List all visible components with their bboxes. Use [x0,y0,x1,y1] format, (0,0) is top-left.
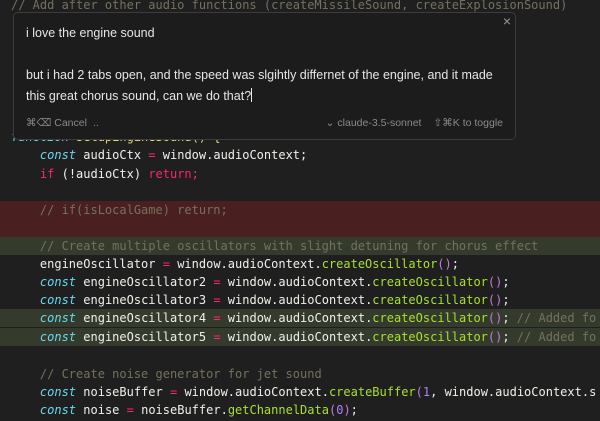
code-line: engineOscillator = window.audioContext.c… [0,255,600,273]
prompt-input[interactable]: i love the engine sound but i had 2 tabs… [26,23,496,107]
prompt-footer: ⌘⌫ Cancel .. ⌄ claude-3.5-sonnet ⇧⌘K to … [26,117,503,129]
added-line: const engineOscillator5 = window.audioCo… [0,328,600,346]
code-line: const audioCtx = window.audioContext; [0,146,600,164]
model-selector[interactable]: claude-3.5-sonnet [337,117,421,129]
code-line: const noise = noiseBuffer.getChannelData… [0,401,600,419]
added-line: // Create multiple oscillators with slig… [0,237,600,255]
inline-prompt-dialog: × i love the engine sound but i had 2 ta… [13,12,516,140]
code-line: // Add after other audio functions (crea… [0,0,600,12]
code-line: // Create noise generator for jet sound [0,365,600,383]
code-line: const engineOscillator3 = window.audioCo… [0,291,600,309]
deleted-line: // if(isLocalGame) return; [0,201,600,219]
more-button[interactable]: .. [93,117,99,129]
code-line: const noiseBuffer = window.audioContext.… [0,383,600,401]
chevron-down-icon: ⌄ [326,117,335,129]
text-caret [251,88,252,102]
code-line: if (!audioCtx) return; [0,165,600,183]
close-icon[interactable]: × [503,13,511,29]
toggle-hint: ⇧⌘K to toggle [433,117,503,129]
code-line: const engineOscillator2 = window.audioCo… [0,273,600,291]
cancel-button[interactable]: ⌘⌫ Cancel [26,117,87,129]
deleted-line [0,219,600,237]
added-line: const engineOscillator4 = window.audioCo… [0,309,600,327]
